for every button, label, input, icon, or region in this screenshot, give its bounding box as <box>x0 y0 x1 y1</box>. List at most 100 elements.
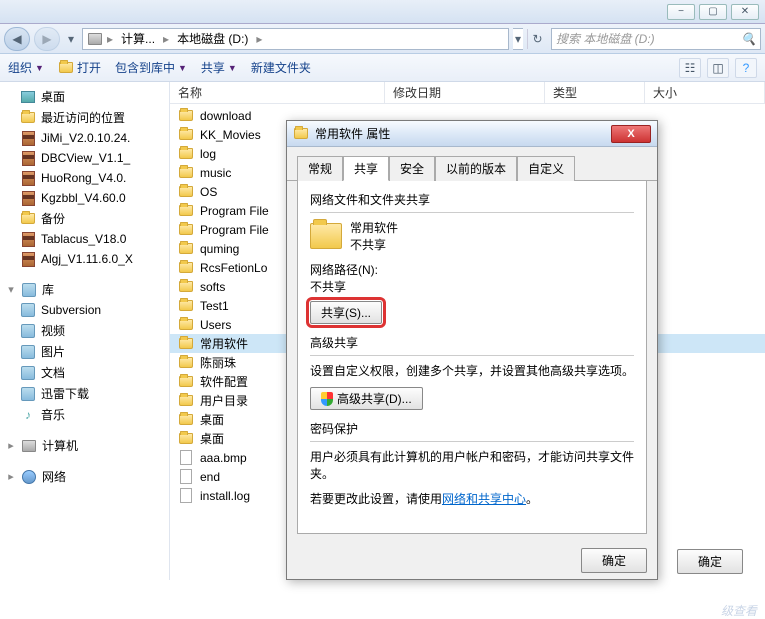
folder-icon <box>178 336 194 352</box>
shield-icon <box>321 392 333 406</box>
view-options-button[interactable]: ☷ <box>679 58 701 78</box>
dialog-close-button[interactable]: X <box>611 125 651 143</box>
folder-icon <box>293 126 309 142</box>
close-button[interactable]: ✕ <box>731 4 759 20</box>
breadcrumb-computer[interactable]: 计算... <box>117 30 159 47</box>
refresh-button[interactable]: ↻ <box>527 29 547 49</box>
folder-icon <box>178 317 194 333</box>
tab-1[interactable]: 共享 <box>343 156 389 181</box>
nav-history-dropdown[interactable]: ▾ <box>64 27 78 51</box>
desk-icon <box>20 89 36 105</box>
rar-icon <box>20 231 36 247</box>
folder-icon <box>178 203 194 219</box>
tree-item[interactable]: 图片 <box>0 341 169 362</box>
forward-button[interactable]: ▶ <box>34 27 60 51</box>
tree-item[interactable]: 最近访问的位置 <box>0 107 169 128</box>
advanced-sharing-button[interactable]: 高级共享(D)... <box>310 387 423 410</box>
properties-dialog: 常用软件 属性 X 常规共享安全以前的版本自定义 网络文件和文件夹共享 常用软件… <box>286 120 658 580</box>
window-titlebar: − ▢ ✕ <box>0 0 765 24</box>
address-dropdown[interactable]: ▾ <box>513 28 523 50</box>
doc-icon <box>178 450 194 466</box>
preview-pane-button[interactable]: ◫ <box>707 58 729 78</box>
toolbar: 组织▼ 打开 包含到库中▼ 共享▼ 新建文件夹 ☷ ◫ ? <box>0 54 765 82</box>
network-path-value: 不共享 <box>310 278 634 295</box>
help-button[interactable]: ? <box>735 58 757 78</box>
include-in-library-menu[interactable]: 包含到库中▼ <box>115 59 187 76</box>
tree-item[interactable]: DBCView_V1.1_ <box>0 148 169 168</box>
dialog-title: 常用软件 属性 <box>315 125 611 142</box>
folder-icon <box>178 184 194 200</box>
address-bar[interactable]: ▸ 计算... ▸ 本地磁盘 (D:) ▸ <box>82 28 509 50</box>
doc-icon <box>178 469 194 485</box>
open-button[interactable]: 打开 <box>58 59 101 76</box>
nav-bar: ◀ ▶ ▾ ▸ 计算... ▸ 本地磁盘 (D:) ▸ ▾ ↻ 搜索 本地磁盘 … <box>0 24 765 54</box>
network-node[interactable]: ▸网络 <box>0 466 169 487</box>
background-ok-button[interactable]: 确定 <box>677 549 743 574</box>
tree-item[interactable]: HuoRong_V4.0. <box>0 168 169 188</box>
folder-icon <box>20 211 36 227</box>
folder-icon <box>178 260 194 276</box>
folder-icon <box>178 146 194 162</box>
rar-icon <box>20 251 36 267</box>
lib-icon <box>20 365 36 381</box>
tab-4[interactable]: 自定义 <box>517 156 575 181</box>
col-modified[interactable]: 修改日期 <box>385 82 545 103</box>
tree-item[interactable]: JiMi_V2.0.10.24. <box>0 128 169 148</box>
breadcrumb-sep: ▸ <box>256 32 262 46</box>
organize-menu[interactable]: 组织▼ <box>8 59 44 76</box>
col-size[interactable]: 大小 <box>645 82 765 103</box>
advanced-sharing-heading: 高级共享 <box>310 334 634 351</box>
folder-icon <box>178 355 194 371</box>
music-icon: ♪ <box>20 407 36 423</box>
password-protect-heading: 密码保护 <box>310 420 634 437</box>
tree-item[interactable]: 桌面 <box>0 86 169 107</box>
tab-3[interactable]: 以前的版本 <box>435 156 517 181</box>
tab-2[interactable]: 安全 <box>389 156 435 181</box>
navigation-tree: 桌面最近访问的位置JiMi_V2.0.10.24.DBCView_V1.1_Hu… <box>0 82 170 580</box>
folder-icon <box>178 393 194 409</box>
search-placeholder: 搜索 本地磁盘 (D:) <box>556 30 655 47</box>
folder-icon <box>178 412 194 428</box>
dialog-titlebar[interactable]: 常用软件 属性 X <box>287 121 657 147</box>
dialog-tabs: 常规共享安全以前的版本自定义 <box>287 147 657 181</box>
network-path-label: 网络路径(N): <box>310 261 634 278</box>
lib-icon <box>20 302 36 318</box>
lib-icon <box>20 386 36 402</box>
back-button[interactable]: ◀ <box>4 27 30 51</box>
share-button[interactable]: 共享(S)... <box>310 301 382 324</box>
maximize-button[interactable]: ▢ <box>699 4 727 20</box>
search-box[interactable]: 搜索 本地磁盘 (D:) 🔍 <box>551 28 761 50</box>
libraries-node[interactable]: ▾库 <box>0 279 169 300</box>
tree-item[interactable]: Algj_V1.11.6.0_X <box>0 249 169 269</box>
dialog-ok-button[interactable]: 确定 <box>581 548 647 573</box>
lib-icon <box>20 323 36 339</box>
tab-0[interactable]: 常规 <box>297 156 343 181</box>
network-sharing-center-link[interactable]: 网络和共享中心 <box>442 492 526 506</box>
password-protect-link-line: 若要更改此设置，请使用网络和共享中心。 <box>310 490 634 507</box>
share-menu[interactable]: 共享▼ <box>201 59 237 76</box>
rar-icon <box>20 190 36 206</box>
folder-icon <box>178 279 194 295</box>
tree-item[interactable]: 视频 <box>0 320 169 341</box>
lib-icon <box>20 344 36 360</box>
minimize-button[interactable]: − <box>667 4 695 20</box>
breadcrumb-drive[interactable]: 本地磁盘 (D:) <box>173 30 252 47</box>
folder-icon <box>178 431 194 447</box>
col-name[interactable]: 名称 <box>170 82 385 103</box>
new-folder-button[interactable]: 新建文件夹 <box>251 59 311 76</box>
tree-item[interactable]: Subversion <box>0 300 169 320</box>
breadcrumb-sep: ▸ <box>163 32 169 46</box>
tree-item[interactable]: Tablacus_V18.0 <box>0 229 169 249</box>
folder-icon <box>178 241 194 257</box>
tree-item[interactable]: ♪音乐 <box>0 404 169 425</box>
tree-item[interactable]: 备份 <box>0 208 169 229</box>
tree-item[interactable]: 文档 <box>0 362 169 383</box>
tree-item[interactable]: 迅雷下载 <box>0 383 169 404</box>
network-sharing-heading: 网络文件和文件夹共享 <box>310 191 634 208</box>
folder-icon <box>310 223 342 249</box>
col-type[interactable]: 类型 <box>545 82 645 103</box>
doc-icon <box>178 488 194 504</box>
advanced-sharing-desc: 设置自定义权限，创建多个共享，并设置其他高级共享选项。 <box>310 362 634 379</box>
tree-item[interactable]: Kgzbbl_V4.60.0 <box>0 188 169 208</box>
computer-node[interactable]: ▸计算机 <box>0 435 169 456</box>
